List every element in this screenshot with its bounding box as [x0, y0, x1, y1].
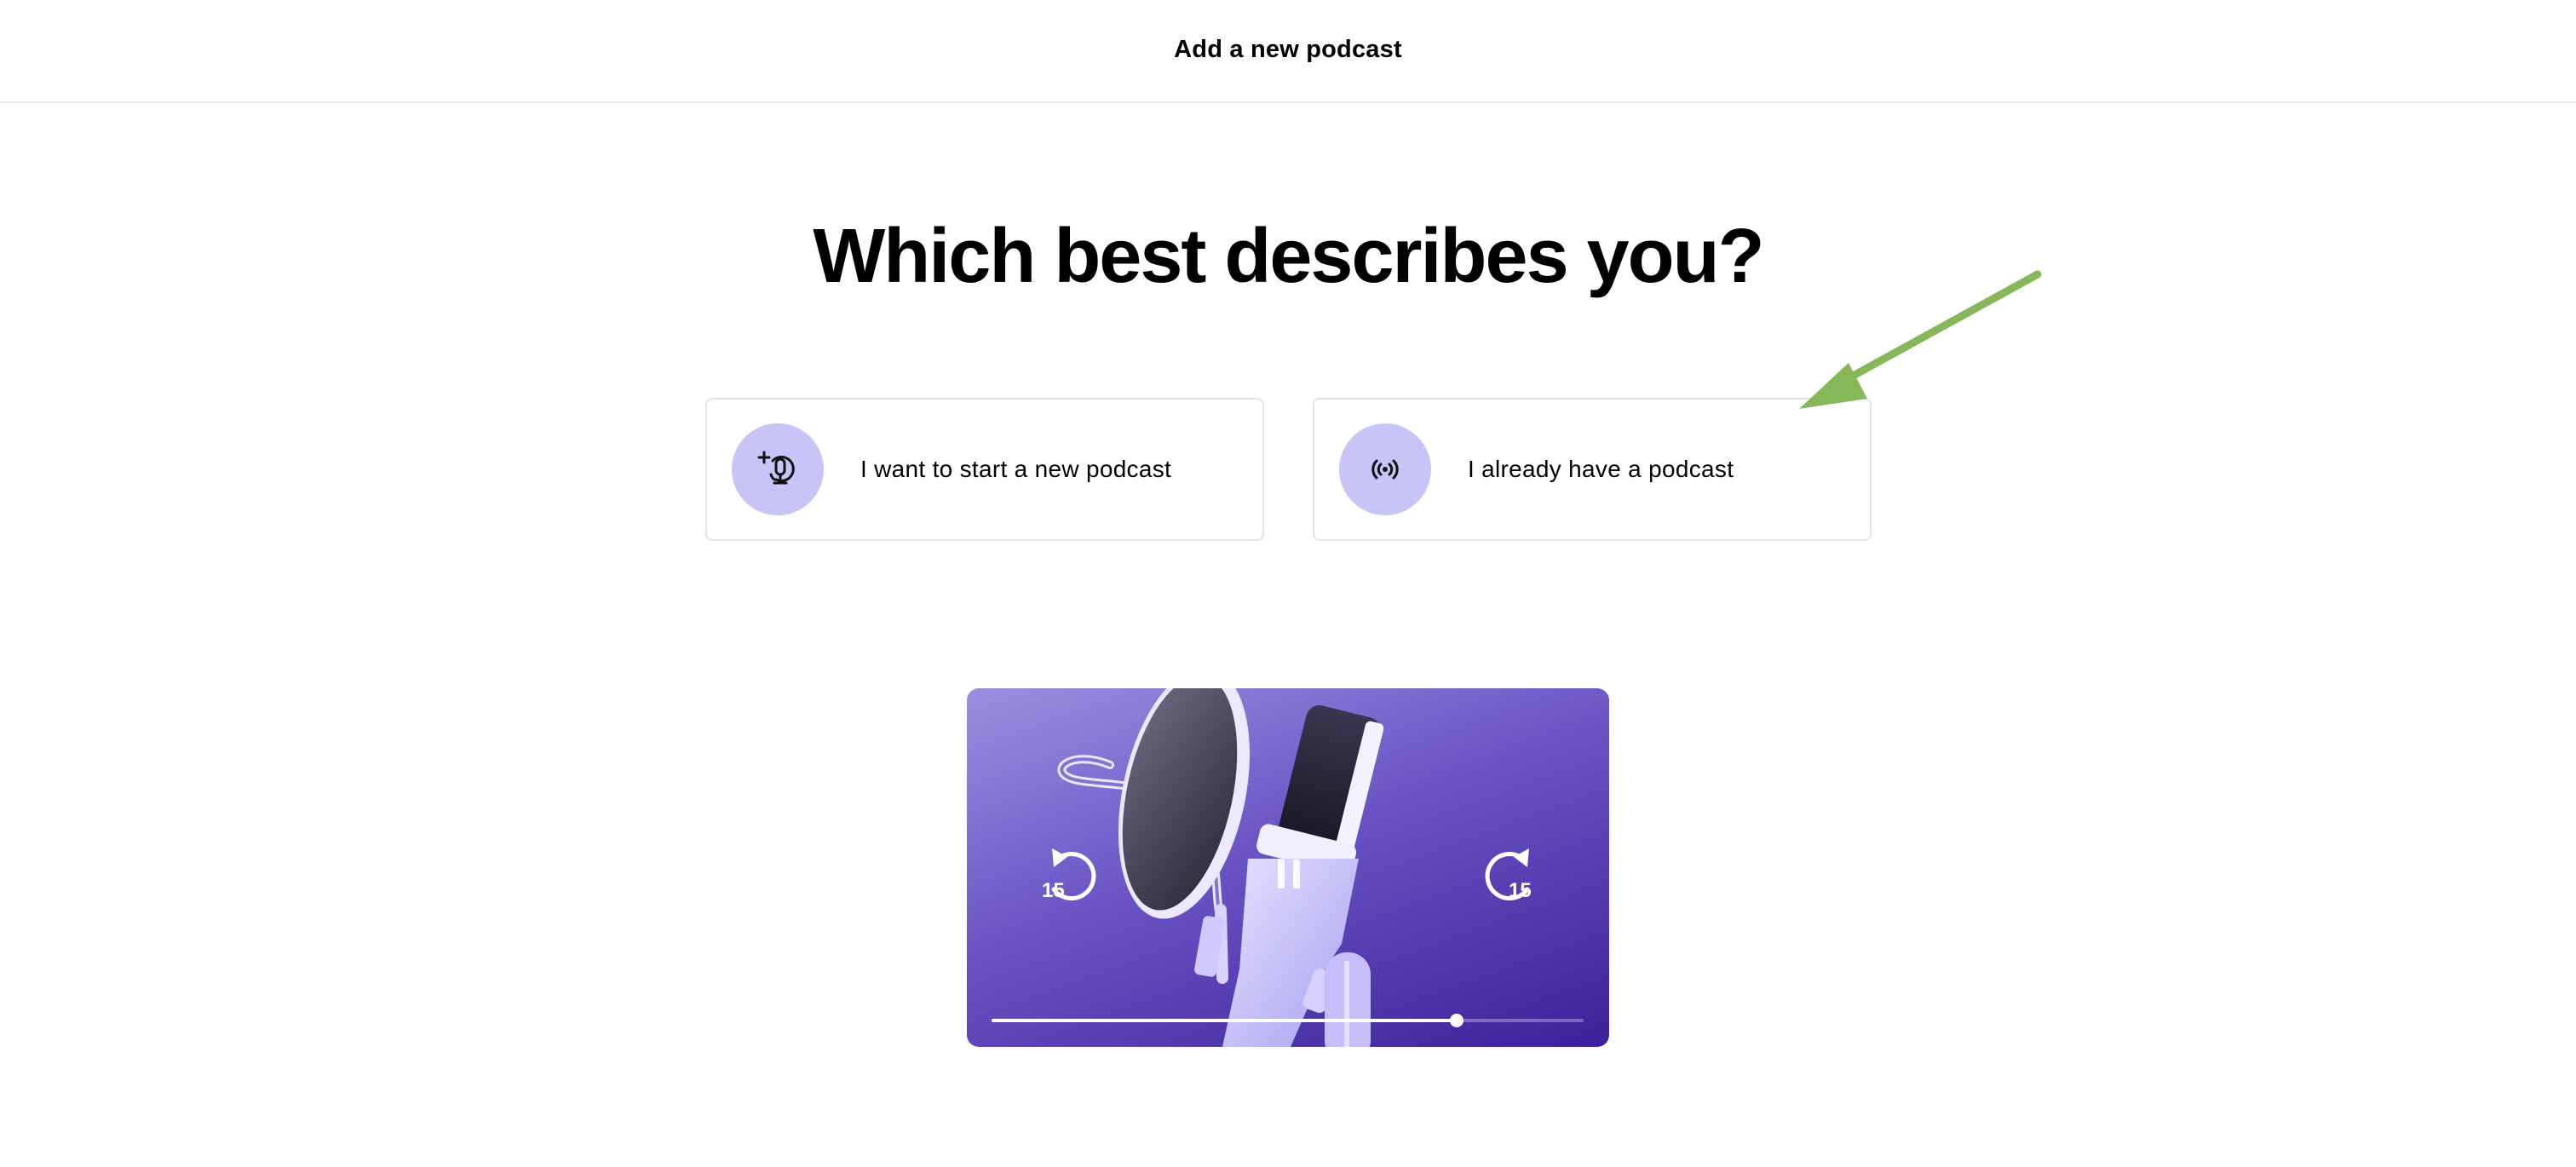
broadcast-icon — [1339, 423, 1431, 515]
rewind-15-button[interactable]: 15 — [1037, 842, 1105, 910]
pause-button[interactable] — [1259, 844, 1319, 904]
rewind-seconds: 15 — [1042, 879, 1065, 902]
annotation-arrow-icon — [1799, 270, 2042, 409]
main-heading: Which best describes you? — [813, 214, 1764, 299]
start-new-podcast-option[interactable]: I want to start a new podcast — [705, 398, 1264, 541]
pause-icon — [1278, 859, 1300, 888]
video-player[interactable]: 15 15 — [967, 688, 1609, 1047]
progress-handle[interactable] — [1450, 1014, 1463, 1027]
forward-seconds: 15 — [1509, 879, 1532, 902]
page-title: Add a new podcast — [1174, 35, 1402, 63]
microphone-plus-icon — [732, 423, 824, 515]
already-have-podcast-label: I already have a podcast — [1468, 456, 1734, 482]
already-have-podcast-option[interactable]: I already have a podcast — [1313, 398, 1872, 541]
top-bar: Add a new podcast — [0, 0, 2576, 103]
progress-slider[interactable] — [992, 1012, 1584, 1029]
forward-15-button[interactable]: 15 — [1476, 842, 1544, 910]
progress-fill — [992, 1019, 1457, 1022]
start-new-podcast-label: I want to start a new podcast — [860, 456, 1172, 482]
